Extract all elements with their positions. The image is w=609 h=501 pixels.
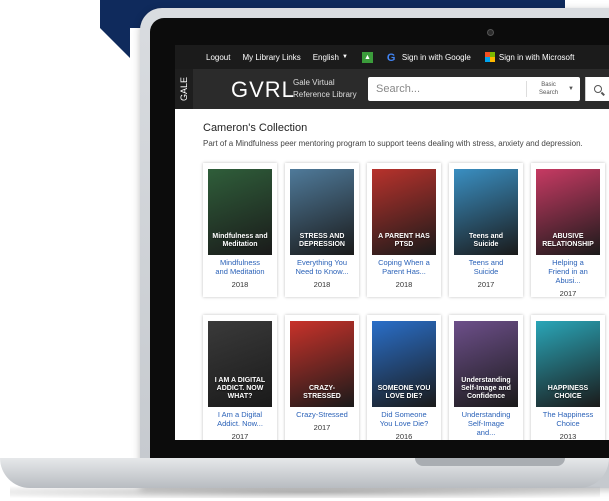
language-select[interactable]: English ▼ — [313, 53, 348, 62]
book-title-link[interactable]: Crazy-Stressed — [287, 410, 357, 419]
caret-down-icon: ▼ — [568, 86, 574, 92]
collection-title: Cameron's Collection — [203, 122, 308, 134]
my-library-links-link[interactable]: My Library Links — [242, 53, 300, 62]
book-card[interactable]: STRESS AND DEPRESSION Everything You Need … — [285, 163, 359, 297]
book-cover-text: HAPPINESS CHOICE — [547, 385, 589, 400]
book-year: 2017 — [313, 423, 331, 432]
book-year: 2018 — [231, 280, 249, 289]
book-year: 2017 — [477, 280, 495, 289]
decorative-fold — [100, 28, 130, 58]
camera-icon — [487, 29, 494, 36]
book-card[interactable]: CRAZY-STRESSED Crazy-Stressed 2017 — [285, 315, 359, 440]
top-utility-bar: Logout My Library Links English ▼ ▲ G Si… — [175, 45, 609, 69]
book-title-link[interactable]: Coping When a Parent Has... — [369, 258, 439, 276]
book-cover-text: SOMEONE YOU LOVE DIE? — [377, 385, 431, 400]
book-cover[interactable]: A PARENT HAS PTSD — [372, 169, 436, 255]
book-title-link[interactable]: Understanding Self-Image and... — [451, 410, 521, 437]
book-cover[interactable]: SOMEONE YOU LOVE DIE? — [372, 321, 436, 407]
book-cover-text: CRAZY-STRESSED — [303, 385, 341, 400]
book-year: 2013 — [559, 432, 577, 440]
book-year: 2017 — [559, 289, 577, 298]
book-cover-text: A PARENT HAS PTSD — [378, 233, 430, 248]
book-title-link[interactable]: Helping a Friend in an Abusi... — [533, 258, 603, 285]
book-cover[interactable]: ABUSIVE RELATIONSHIP — [536, 169, 600, 255]
book-card[interactable]: Understanding Self-Image and Confidence U… — [449, 315, 523, 440]
book-year: 2017 — [231, 432, 249, 440]
book-title-link[interactable]: Did Someone You Love Die? — [369, 410, 439, 428]
google-icon: G — [386, 51, 396, 64]
search-input[interactable]: Search... — [376, 83, 526, 95]
book-title-link[interactable]: Teens and Suicide — [451, 258, 521, 276]
book-cover-text: Mindfulness and Meditation — [212, 233, 268, 248]
google-classroom-icon[interactable]: ▲ — [361, 51, 373, 63]
search-box[interactable]: Search... Basic Search ▼ — [368, 77, 580, 101]
book-cover[interactable]: CRAZY-STRESSED — [290, 321, 354, 407]
microsoft-signin-button[interactable]: Sign in with Microsoft — [484, 52, 575, 62]
book-card[interactable]: SOMEONE YOU LOVE DIE? Did Someone You Love… — [367, 315, 441, 440]
gvrl-subtitle: Gale Virtual Reference Library — [293, 78, 357, 99]
book-cover-text: Understanding Self-Image and Confidence — [461, 377, 511, 400]
book-card[interactable]: Mindfulness and Meditation Mindfulness and… — [203, 163, 277, 297]
book-card[interactable]: ABUSIVE RELATIONSHIP Helping a Friend in a… — [531, 163, 605, 298]
book-cover-text: Teens and Suicide — [468, 233, 504, 248]
book-cover-text: ABUSIVE RELATIONSHIP — [542, 233, 594, 248]
book-title-link[interactable]: Everything You Need to Know... — [287, 258, 357, 276]
microsoft-signin-label: Sign in with Microsoft — [498, 52, 575, 62]
marketing-scene: Logout My Library Links English ▼ ▲ G Si… — [0, 0, 609, 501]
site-header: GALE GVRL Gale Virtual Reference Library… — [175, 69, 609, 109]
laptop-screen: Logout My Library Links English ▼ ▲ G Si… — [175, 45, 609, 440]
google-signin-button[interactable]: G Sign in with Google — [386, 51, 471, 64]
book-cover[interactable]: I AM A DIGITAL ADDICT. NOW WHAT? — [208, 321, 272, 407]
gvrl-logo[interactable]: GVRL — [231, 77, 295, 103]
book-title-link[interactable]: I Am a Digital Addict. Now... — [205, 410, 275, 428]
book-card[interactable]: Teens and Suicide Teens and Suicide 2017 — [449, 163, 523, 297]
laptop-base-notch — [415, 458, 565, 466]
book-cover-text: STRESS AND DEPRESSION — [299, 233, 345, 248]
search-button[interactable] — [585, 77, 609, 101]
book-year: 2016 — [395, 432, 413, 440]
search-icon — [593, 85, 602, 93]
book-card[interactable]: I AM A DIGITAL ADDICT. NOW WHAT? I Am a D… — [203, 315, 277, 440]
book-cover[interactable]: Understanding Self-Image and Confidence — [454, 321, 518, 407]
book-title-link[interactable]: Mindfulness and Meditation — [205, 258, 275, 276]
book-cover[interactable]: Teens and Suicide — [454, 169, 518, 255]
gale-logo[interactable]: GALE — [175, 69, 193, 109]
book-title-link[interactable]: The Happiness Choice — [533, 410, 603, 428]
book-card[interactable]: HAPPINESS CHOICE The Happiness Choice 2013 — [531, 315, 605, 440]
caret-down-icon: ▼ — [341, 54, 348, 60]
search-type-select[interactable]: Basic Search — [526, 81, 566, 97]
book-cover[interactable]: STRESS AND DEPRESSION — [290, 169, 354, 255]
google-signin-label: Sign in with Google — [401, 52, 471, 62]
language-label: English — [312, 52, 339, 62]
logout-link[interactable]: Logout — [206, 53, 230, 62]
book-cover-text: I AM A DIGITAL ADDICT. NOW WHAT? — [214, 377, 266, 400]
book-cover[interactable]: Mindfulness and Meditation — [208, 169, 272, 255]
book-card[interactable]: A PARENT HAS PTSD Coping When a Parent Has… — [367, 163, 441, 297]
book-year: 2018 — [313, 280, 331, 289]
microsoft-icon — [484, 52, 495, 62]
collection-description: Part of a Mindfulness peer mentoring pro… — [203, 139, 583, 148]
book-cover[interactable]: HAPPINESS CHOICE — [536, 321, 600, 407]
book-year: 2018 — [395, 280, 413, 289]
